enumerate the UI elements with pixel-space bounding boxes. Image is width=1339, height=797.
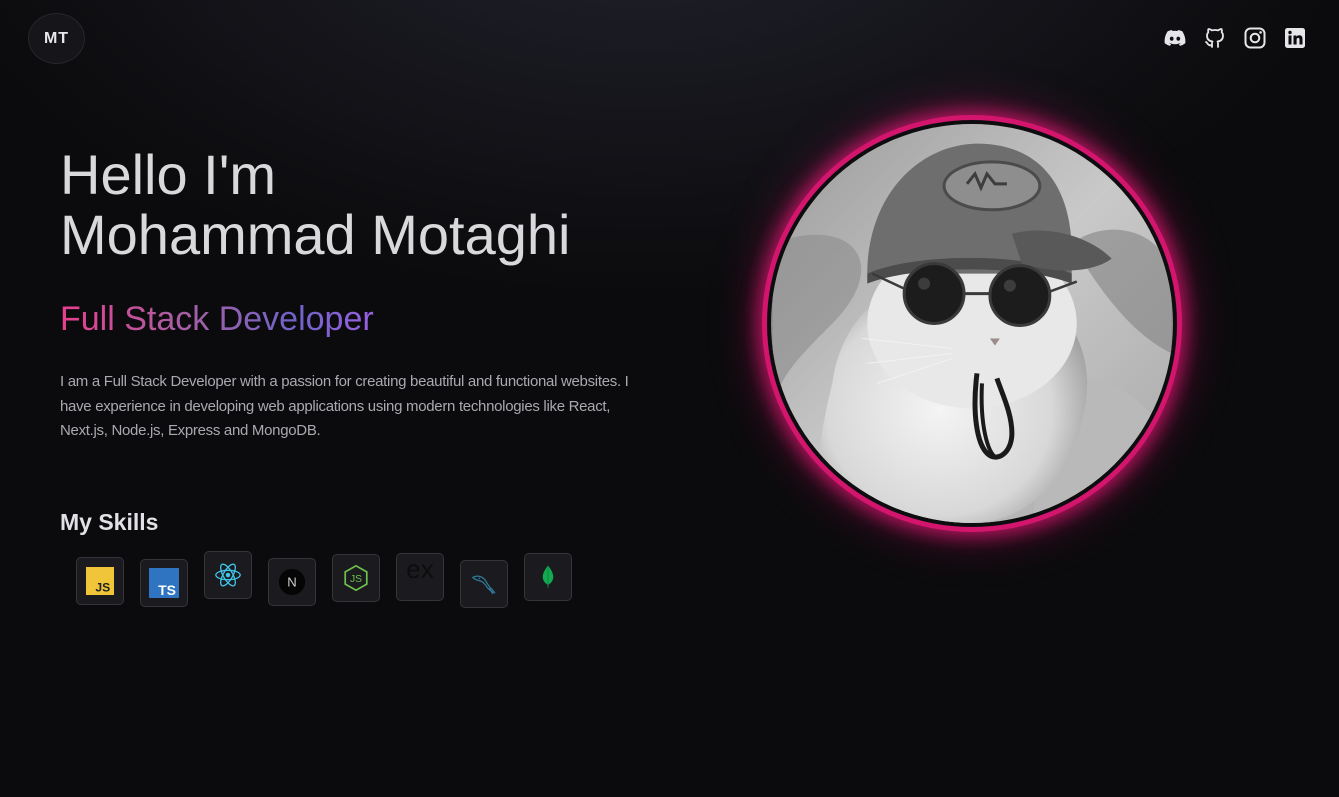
discord-icon[interactable] xyxy=(1163,26,1187,50)
skill-nodejs[interactable]: JS xyxy=(332,554,380,602)
portfolio-page: MT Hello I'm Mohammad Motaghi Full Stack… xyxy=(0,0,1339,797)
bio-paragraph: I am a Full Stack Developer with a passi… xyxy=(60,373,629,439)
site-logo[interactable]: MT xyxy=(28,13,85,64)
instagram-icon[interactable] xyxy=(1243,26,1267,50)
typescript-icon-label: TS xyxy=(158,582,176,598)
mongodb-icon xyxy=(542,565,554,590)
job-title: Full Stack Developer xyxy=(60,300,374,338)
javascript-icon: JS xyxy=(86,567,114,595)
developer-name: Mohammad Motaghi xyxy=(60,203,571,266)
social-links xyxy=(1163,26,1307,50)
greeting-text: Hello I'm xyxy=(60,143,277,206)
profile-photo xyxy=(771,124,1173,523)
skills-heading: My Skills xyxy=(60,509,159,535)
nextjs-icon: N xyxy=(278,568,306,596)
express-icon-label: ex xyxy=(406,561,433,584)
nextjs-icon-label: N xyxy=(287,575,296,590)
react-icon xyxy=(215,563,241,587)
profile-photo-cat xyxy=(772,124,1172,523)
nodejs-icon-label: JS xyxy=(350,574,362,585)
skill-mysql[interactable] xyxy=(460,560,508,608)
hero-heading: Hello I'm Mohammad Motaghi xyxy=(60,145,570,265)
skill-mongodb[interactable] xyxy=(524,553,572,601)
express-icon: ex xyxy=(406,561,433,584)
profile-avatar-frame xyxy=(762,115,1182,532)
linkedin-icon[interactable] xyxy=(1283,26,1307,50)
github-icon[interactable] xyxy=(1203,26,1227,50)
nodejs-icon: JS xyxy=(344,564,368,592)
mysql-icon xyxy=(471,575,496,595)
skill-nextjs[interactable]: N xyxy=(268,558,316,606)
skill-express[interactable]: ex xyxy=(396,553,444,601)
skill-typescript[interactable]: TS xyxy=(140,559,188,607)
skill-javascript[interactable]: JS xyxy=(76,557,124,605)
javascript-icon-label: JS xyxy=(95,580,110,594)
typescript-icon: TS xyxy=(149,568,179,598)
skill-react[interactable] xyxy=(204,551,252,599)
